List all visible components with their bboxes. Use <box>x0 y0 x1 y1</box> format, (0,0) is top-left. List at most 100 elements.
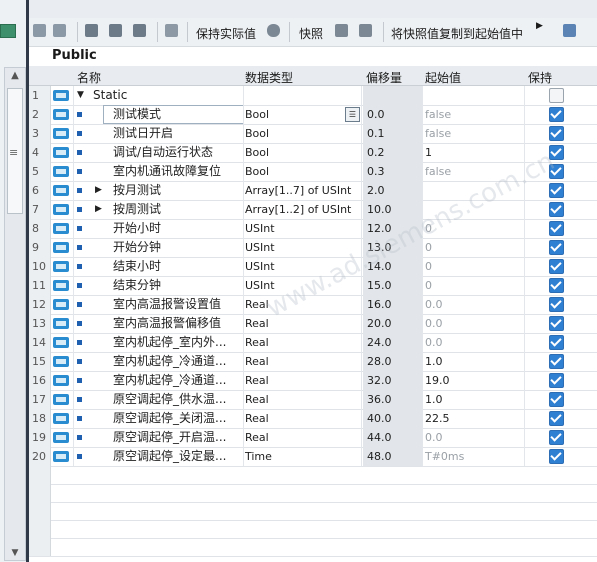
variable-name[interactable]: 室内高温报警偏移值 <box>113 314 221 333</box>
expand-button[interactable] <box>85 24 98 40</box>
vertical-scrollbar[interactable]: ▲ ≡ ▼ <box>4 67 26 561</box>
variable-name[interactable]: 原空调起停_开启温... <box>113 428 226 447</box>
retain-checkbox[interactable] <box>549 392 564 407</box>
more-arrow-icon[interactable]: ▶ <box>536 21 543 31</box>
insert-row-button[interactable] <box>53 24 66 40</box>
row-number[interactable]: 14 <box>29 333 51 352</box>
data-type[interactable]: USInt <box>245 257 275 276</box>
variable-name[interactable]: 调试/自动运行状态 <box>113 143 213 162</box>
row-number[interactable]: 5 <box>29 162 51 181</box>
start-value[interactable]: 0 <box>425 238 432 257</box>
retain-checkbox[interactable] <box>549 278 564 293</box>
retain-checkbox[interactable] <box>549 430 564 445</box>
row-number[interactable]: 11 <box>29 276 51 295</box>
data-type[interactable]: Array[1..7] of USInt <box>245 181 351 200</box>
row-number[interactable]: 2 <box>29 105 51 124</box>
retain-checkbox[interactable] <box>549 183 564 198</box>
start-value[interactable]: false <box>425 105 451 124</box>
header-name[interactable]: 名称 <box>77 69 101 86</box>
collapse-arrow-icon[interactable]: ▼ <box>77 86 84 105</box>
retain-checkbox[interactable] <box>549 259 564 274</box>
table-row[interactable]: 20 原空调起停_设定最... Time 48.0 T#0ms <box>29 447 597 467</box>
table-row[interactable]: 16 室内机起停_冷通道... Real 32.0 19.0 <box>29 371 597 391</box>
table-row[interactable]: 7 ▶ 按周测试 Array[1..2] of USInt 10.0 <box>29 200 597 220</box>
row-number[interactable]: 6 <box>29 181 51 200</box>
variable-name[interactable]: 室内机通讯故障复位 <box>113 162 221 181</box>
row-number[interactable]: 18 <box>29 409 51 428</box>
data-type[interactable]: Real <box>245 333 269 352</box>
variable-name[interactable]: Static <box>93 86 127 105</box>
table-row[interactable]: 12 室内高温报警设置值 Real 16.0 0.0 <box>29 295 597 315</box>
empty-row[interactable] <box>29 484 597 503</box>
retain-checkbox[interactable] <box>549 449 564 464</box>
row-number[interactable]: 8 <box>29 219 51 238</box>
variable-name[interactable]: 室内机起停_冷通道... <box>113 352 226 371</box>
table-row[interactable]: 6 ▶ 按月测试 Array[1..7] of USInt 2.0 <box>29 181 597 201</box>
start-value[interactable]: 1.0 <box>425 352 443 371</box>
retain-checkbox[interactable] <box>549 164 564 179</box>
expand-arrow-icon[interactable]: ▶ <box>95 181 102 200</box>
retain-checkbox[interactable] <box>549 88 564 103</box>
variable-name[interactable]: 室内机起停_冷通道... <box>113 371 226 390</box>
table-row[interactable]: 5 室内机通讯故障复位 Bool 0.3 false <box>29 162 597 182</box>
header-retain[interactable]: 保持 <box>528 69 552 86</box>
retain-checkbox[interactable] <box>549 373 564 388</box>
table-row[interactable]: 1 ▼ Static <box>29 86 597 106</box>
table-row[interactable]: 17 原空调起停_供水温... Real 36.0 1.0 <box>29 390 597 410</box>
data-type[interactable]: USInt <box>245 276 275 295</box>
row-number[interactable]: 3 <box>29 124 51 143</box>
retain-checkbox[interactable] <box>549 335 564 350</box>
data-type[interactable]: Time <box>245 447 272 466</box>
settings-button[interactable] <box>563 24 576 40</box>
row-number[interactable]: 7 <box>29 200 51 219</box>
retain-checkbox[interactable] <box>549 354 564 369</box>
variable-name[interactable]: 开始分钟 <box>113 238 161 257</box>
table-row[interactable]: 14 室内机起停_室内外... Real 24.0 0.0 <box>29 333 597 353</box>
data-type[interactable]: USInt <box>245 238 275 257</box>
data-type[interactable]: Bool <box>245 124 269 143</box>
table-row[interactable]: 8 开始小时 USInt 12.0 0 <box>29 219 597 239</box>
variable-name[interactable]: 按月测试 <box>113 181 161 200</box>
retain-checkbox[interactable] <box>549 316 564 331</box>
table-row[interactable]: 13 室内高温报警偏移值 Real 20.0 0.0 <box>29 314 597 334</box>
add-row-button[interactable] <box>33 24 46 40</box>
data-type[interactable]: Real <box>245 371 269 390</box>
variable-name[interactable]: 原空调起停_关闭温... <box>113 409 226 428</box>
snapshot-db-button[interactable] <box>267 24 280 40</box>
header-start[interactable]: 起始值 <box>425 69 461 86</box>
data-type[interactable]: Bool <box>245 162 269 181</box>
table-icon[interactable] <box>0 24 16 38</box>
start-value[interactable]: 0 <box>425 276 432 295</box>
header-type[interactable]: 数据类型 <box>245 69 293 86</box>
table-row[interactable]: 10 结束小时 USInt 14.0 0 <box>29 257 597 277</box>
expand-arrow-icon[interactable]: ▶ <box>95 200 102 219</box>
empty-row[interactable] <box>29 538 597 557</box>
data-type[interactable]: USInt <box>245 219 275 238</box>
variable-name[interactable]: 原空调起停_设定最... <box>113 447 226 466</box>
retain-checkbox[interactable] <box>549 145 564 160</box>
data-type[interactable]: Real <box>245 428 269 447</box>
row-number[interactable]: 4 <box>29 143 51 162</box>
data-type[interactable]: Real <box>245 409 269 428</box>
variable-name[interactable]: 测试模式 <box>113 105 161 124</box>
list-button[interactable] <box>133 24 146 40</box>
data-type[interactable]: Real <box>245 295 269 314</box>
data-type[interactable]: Array[1..2] of USInt <box>245 200 351 219</box>
type-picker-icon[interactable]: ☰ <box>345 107 360 122</box>
table-row[interactable]: 11 结束分钟 USInt 15.0 0 <box>29 276 597 296</box>
table-row[interactable]: 19 原空调起停_开启温... Real 44.0 0.0 <box>29 428 597 448</box>
snapshot-button[interactable]: 快照 <box>299 25 323 42</box>
start-value[interactable]: 0.0 <box>425 333 443 352</box>
row-number[interactable]: 1 <box>29 86 51 105</box>
start-value[interactable]: T#0ms <box>425 447 464 466</box>
start-value[interactable]: false <box>425 162 451 181</box>
start-value[interactable]: false <box>425 124 451 143</box>
row-number[interactable]: 17 <box>29 390 51 409</box>
variable-name[interactable]: 室内机起停_室内外... <box>113 333 226 352</box>
keep-actual-button[interactable]: 保持实际值 <box>196 25 256 42</box>
row-number[interactable]: 10 <box>29 257 51 276</box>
start-value[interactable]: 22.5 <box>425 409 450 428</box>
empty-row[interactable] <box>29 520 597 539</box>
retain-checkbox[interactable] <box>549 126 564 141</box>
start-value[interactable]: 19.0 <box>425 371 450 390</box>
